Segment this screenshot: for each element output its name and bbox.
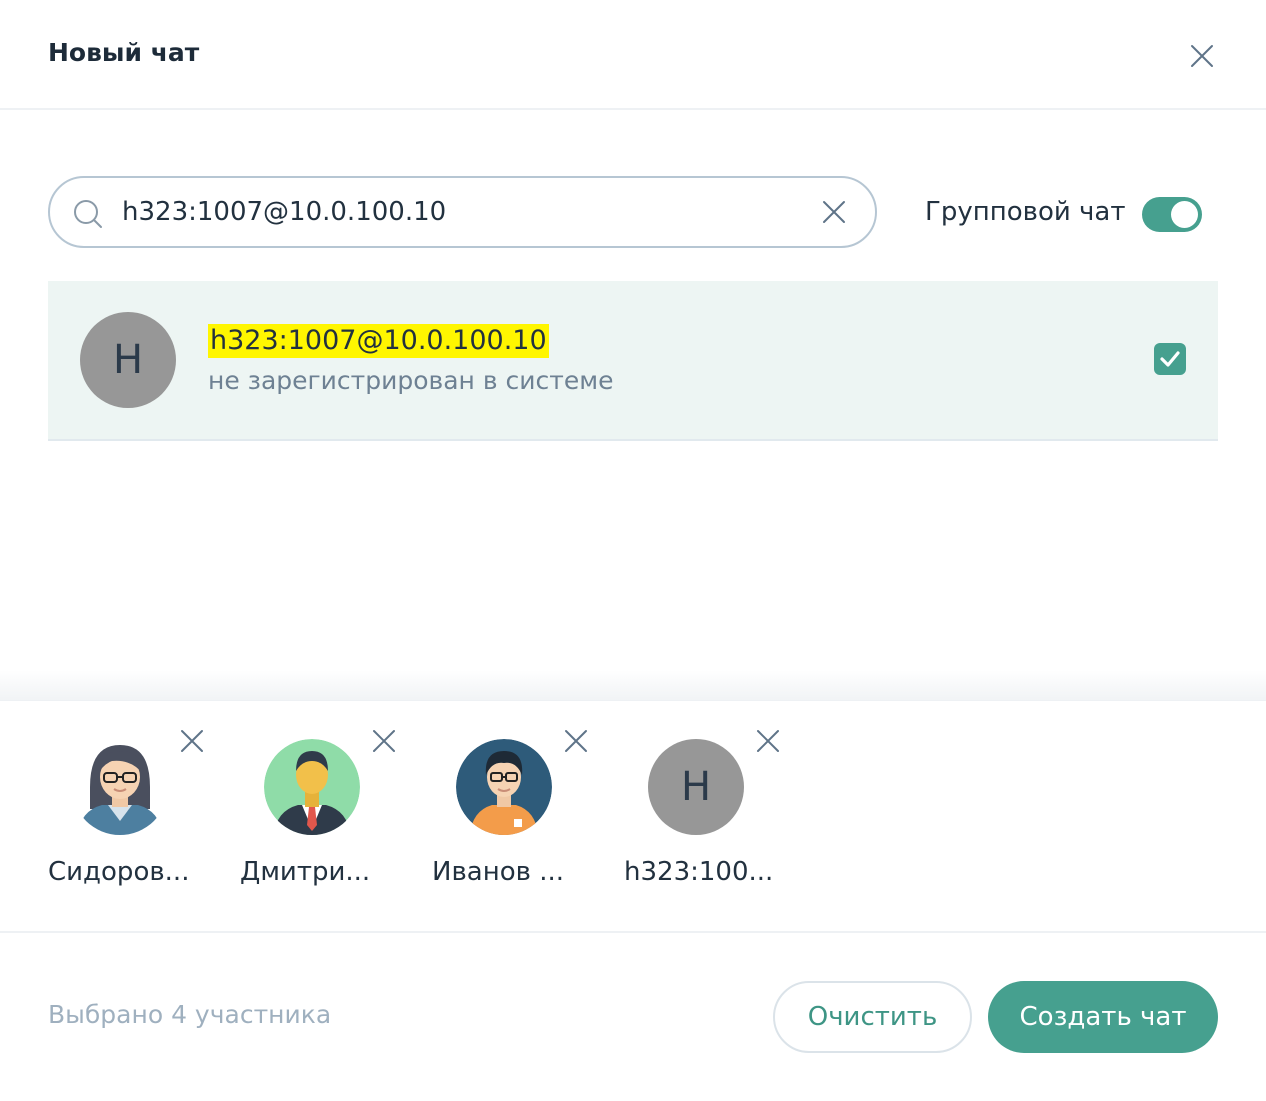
participant-chip: H h323:100... — [624, 701, 794, 931]
remove-participant-button[interactable] — [368, 725, 400, 757]
check-icon — [1160, 351, 1180, 367]
remove-participant-button[interactable] — [176, 725, 208, 757]
result-name: h323:1007@10.0.100.10 — [208, 324, 549, 358]
close-icon — [565, 730, 587, 752]
clear-button[interactable]: Очистить — [773, 981, 972, 1053]
close-button[interactable] — [1182, 36, 1222, 76]
selected-count: Выбрано 4 участника — [48, 1000, 332, 1029]
dialog-header: Новый чат — [0, 0, 1266, 110]
man-suit-avatar — [264, 739, 360, 835]
result-checkbox[interactable] — [1154, 343, 1186, 375]
remove-participant-button[interactable] — [752, 725, 784, 757]
participant-chip: Дмитри... — [240, 701, 410, 931]
divider-shadow — [0, 670, 1266, 700]
man-glasses-avatar — [456, 739, 552, 835]
search-clear-button[interactable] — [818, 196, 850, 228]
search-input[interactable] — [122, 178, 802, 246]
participant-name: Сидоров... — [48, 857, 190, 887]
participant-name: h323:100... — [624, 857, 774, 887]
search-box — [48, 176, 877, 248]
woman-glasses-avatar — [72, 739, 168, 835]
participant-name: Дмитри... — [240, 857, 371, 887]
selected-participants: Сидоров... Дмитри... Иванов ... H h323:1… — [0, 700, 1266, 933]
close-icon — [373, 730, 395, 752]
close-icon — [181, 730, 203, 752]
close-icon — [757, 730, 779, 752]
participant-chip: Иванов ... — [432, 701, 602, 931]
letter-avatar: H — [648, 739, 744, 835]
avatar: H — [80, 312, 176, 408]
clear-icon — [823, 201, 845, 223]
toggle-knob — [1171, 201, 1198, 228]
group-chat-label: Групповой чат — [925, 197, 1126, 227]
search-icon — [74, 200, 102, 228]
participant-chip: Сидоров... — [48, 701, 218, 931]
close-icon — [1191, 45, 1213, 67]
dialog-title: Новый чат — [48, 38, 200, 67]
search-result-item[interactable]: H h323:1007@10.0.100.10 не зарегистриров… — [48, 281, 1218, 441]
group-chat-toggle[interactable] — [1142, 197, 1202, 232]
participant-name: Иванов ... — [432, 857, 564, 887]
remove-participant-button[interactable] — [560, 725, 592, 757]
create-chat-button[interactable]: Создать чат — [988, 981, 1218, 1053]
result-status: не зарегистрирован в системе — [208, 366, 614, 395]
